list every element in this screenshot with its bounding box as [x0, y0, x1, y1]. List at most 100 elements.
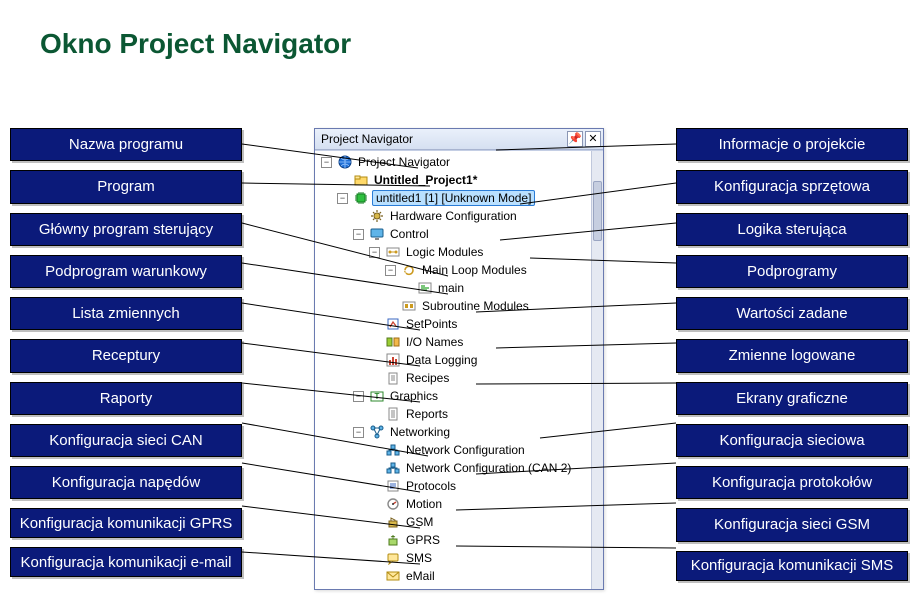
scrollbar[interactable]	[591, 151, 603, 589]
tree-node-label: Graphics	[388, 389, 440, 403]
tree-node-label: Network Configuration	[404, 443, 527, 457]
node-networking[interactable]: −Networking	[315, 423, 603, 441]
tree-node-label: Logic Modules	[404, 245, 485, 259]
netcfg-icon	[386, 461, 400, 475]
network-icon	[370, 425, 384, 439]
tree-node-label: Reports	[404, 407, 450, 421]
proto-icon	[386, 479, 400, 493]
scrollbar-thumb[interactable]	[593, 181, 602, 241]
node-graphics[interactable]: −TGraphics	[315, 387, 603, 405]
node-hwconfig[interactable]: Hardware Configuration	[315, 207, 603, 225]
netcfg-icon	[386, 443, 400, 457]
collapse-toggle-icon[interactable]: −	[321, 157, 332, 168]
node-netconfig-can2[interactable]: Network Configuration (CAN 2)	[315, 459, 603, 477]
logic-icon	[386, 245, 400, 259]
toggle-spacer	[369, 499, 380, 510]
node-recipes[interactable]: Recipes	[315, 369, 603, 387]
page-title: Okno Project Navigator	[40, 28, 351, 60]
tree-node-label: SMS	[404, 551, 434, 565]
pin-icon[interactable]: 📌	[567, 131, 583, 147]
code-icon	[418, 281, 432, 295]
callout-right-2: Logika sterująca	[676, 213, 908, 246]
setpt-icon	[386, 317, 400, 331]
collapse-toggle-icon[interactable]: −	[353, 229, 364, 240]
loop-icon	[402, 263, 416, 277]
toggle-spacer	[369, 517, 380, 528]
toggle-spacer	[369, 553, 380, 564]
toggle-spacer	[353, 211, 364, 222]
center-column: Project Navigator 📌 ✕ −Project Navigator…	[314, 128, 604, 590]
collapse-toggle-icon[interactable]: −	[385, 265, 396, 276]
node-control[interactable]: −Control	[315, 225, 603, 243]
node-datalog[interactable]: Data Logging	[315, 351, 603, 369]
toggle-spacer	[369, 463, 380, 474]
node-reports[interactable]: Reports	[315, 405, 603, 423]
node-target[interactable]: −untitled1 [1] [Unknown Mode]	[315, 189, 603, 207]
node-project[interactable]: Untitled_Project1*	[315, 171, 603, 189]
callout-right-8: Konfiguracja protokołów	[676, 466, 908, 499]
monitor-icon	[370, 227, 384, 241]
gsm-icon	[386, 515, 400, 529]
tree-node-label: GSM	[404, 515, 435, 529]
node-motion[interactable]: Motion	[315, 495, 603, 513]
node-gsm[interactable]: GSM	[315, 513, 603, 531]
callout-right-4: Wartości zadane	[676, 297, 908, 330]
tree-node-label: Network Configuration (CAN 2)	[404, 461, 573, 475]
motion-icon	[386, 497, 400, 511]
node-email[interactable]: eMail	[315, 567, 603, 585]
chip-icon	[354, 191, 368, 205]
collapse-toggle-icon[interactable]: −	[337, 193, 348, 204]
close-icon[interactable]: ✕	[585, 131, 601, 147]
node-ionames[interactable]: I/O Names	[315, 333, 603, 351]
node-netconfig[interactable]: Network Configuration	[315, 441, 603, 459]
callout-left-7: Konfiguracja sieci CAN	[10, 424, 242, 457]
callout-left-9: Konfiguracja komunikacji GPRS	[10, 508, 242, 538]
callout-right-0: Informacje o projekcie	[676, 128, 908, 161]
panel-titlebar[interactable]: Project Navigator 📌 ✕	[315, 129, 603, 150]
node-projectnav[interactable]: −Project Navigator	[315, 153, 603, 171]
callout-left-4: Lista zmiennych	[10, 297, 242, 330]
io-icon	[386, 335, 400, 349]
node-logicmodules[interactable]: − Logic Modules	[315, 243, 603, 261]
callout-right-7: Konfiguracja sieciowa	[676, 424, 908, 457]
callout-left-2: Główny program sterujący	[10, 213, 242, 246]
gear-icon	[370, 209, 384, 223]
node-gprs[interactable]: GPRS	[315, 531, 603, 549]
sub-icon	[402, 299, 416, 313]
project-navigator-panel: Project Navigator 📌 ✕ −Project Navigator…	[314, 128, 604, 590]
callout-left-6: Raporty	[10, 382, 242, 415]
toggle-spacer	[369, 445, 380, 456]
mail-icon	[386, 569, 400, 583]
tree-node-label: Untitled_Project1*	[372, 173, 479, 187]
tree-node-label: GPRS	[404, 533, 442, 547]
sms-icon	[386, 551, 400, 565]
collapse-toggle-icon[interactable]: −	[353, 427, 364, 438]
labels-left: Nazwa programuProgramGłówny program ster…	[10, 128, 242, 577]
callout-left-10: Konfiguracja komunikacji e-mail	[10, 547, 242, 577]
node-sms[interactable]: SMS	[315, 549, 603, 567]
callout-left-8: Konfiguracja napędów	[10, 466, 242, 499]
node-mainloop[interactable]: −Main Loop Modules	[315, 261, 603, 279]
toggle-spacer	[369, 319, 380, 330]
callout-left-3: Podprogram warunkowy	[10, 255, 242, 288]
callout-right-3: Podprogramy	[676, 255, 908, 288]
toggle-spacer	[385, 301, 396, 312]
node-setpoints[interactable]: SetPoints	[315, 315, 603, 333]
toggle-spacer	[369, 571, 380, 582]
labels-right: Informacje o projekcieKonfiguracja sprzę…	[676, 128, 908, 581]
collapse-toggle-icon[interactable]: −	[369, 247, 380, 258]
callout-right-10: Konfiguracja komunikacji SMS	[676, 551, 908, 581]
callout-right-5: Zmienne logowane	[676, 339, 908, 372]
tree-node-label: Motion	[404, 497, 444, 511]
chart-icon	[386, 353, 400, 367]
tree-view[interactable]: −Project Navigator Untitled_Project1* −unt…	[315, 150, 603, 589]
collapse-toggle-icon[interactable]: −	[353, 391, 364, 402]
node-protocols[interactable]: Protocols	[315, 477, 603, 495]
tree-node-label: Recipes	[404, 371, 451, 385]
toggle-spacer	[369, 373, 380, 384]
tree-node-label: I/O Names	[404, 335, 465, 349]
node-subroutines[interactable]: Subroutine Modules	[315, 297, 603, 315]
node-main[interactable]: main	[315, 279, 603, 297]
recipe-icon	[386, 371, 400, 385]
panel-title-text: Project Navigator	[321, 132, 413, 146]
